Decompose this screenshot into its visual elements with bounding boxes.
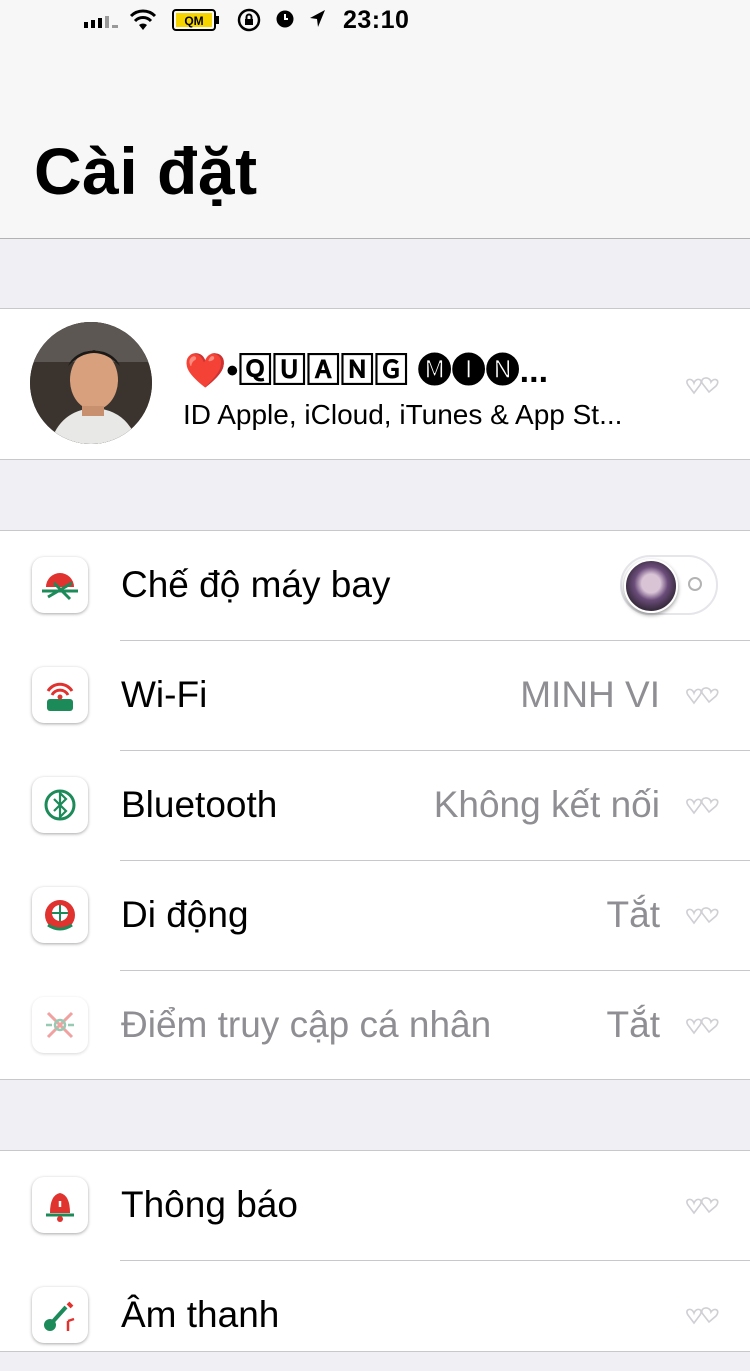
row-notifications[interactable]: Thông báo xyxy=(0,1151,750,1261)
airplane-icon xyxy=(32,557,88,613)
chevron-icon xyxy=(686,907,719,925)
wifi-icon xyxy=(32,667,88,723)
row-personal-hotspot[interactable]: Điểm truy cập cá nhân Tắt xyxy=(0,971,750,1081)
toggle-off-indicator xyxy=(688,577,702,591)
bluetooth-label: Bluetooth xyxy=(121,784,278,825)
wifi-label: Wi-Fi xyxy=(121,674,208,715)
chevron-icon xyxy=(686,1197,719,1215)
chevron-icon xyxy=(686,797,719,815)
row-bluetooth[interactable]: Bluetooth Không kết nối xyxy=(0,751,750,861)
bluetooth-icon xyxy=(32,777,88,833)
row-sounds[interactable]: Âm thanh xyxy=(0,1261,750,1371)
notifications-icon xyxy=(32,1177,88,1233)
hotspot-value: Tắt xyxy=(606,1004,660,1045)
chevron-icon xyxy=(686,687,719,705)
signal-icon xyxy=(84,16,118,28)
navigation-header: Cài đặt xyxy=(0,40,750,239)
sounds-icon xyxy=(32,1287,88,1343)
hotspot-icon xyxy=(32,997,88,1053)
airplane-mode-toggle[interactable] xyxy=(620,555,718,615)
airplane-mode-label: Chế độ máy bay xyxy=(121,564,391,605)
status-time: 23:10 xyxy=(343,6,410,34)
profile-subtitle: ID Apple, iCloud, iTunes & App St... xyxy=(183,399,623,430)
chevron-icon xyxy=(686,1017,719,1035)
hotspot-label: Điểm truy cập cá nhân xyxy=(121,1004,492,1045)
bluetooth-value: Không kết nối xyxy=(433,784,660,825)
wifi-value: MINH VI xyxy=(520,674,660,715)
row-cellular[interactable]: Di động Tắt xyxy=(0,861,750,971)
sounds-label: Âm thanh xyxy=(121,1294,280,1335)
chevron-icon xyxy=(686,377,719,395)
location-icon xyxy=(310,10,325,27)
alarm-icon xyxy=(276,10,294,28)
cellular-icon xyxy=(32,887,88,943)
svg-text:QM: QM xyxy=(184,14,203,28)
rotation-lock-icon xyxy=(237,8,261,32)
connectivity-group: Chế độ máy bay Wi-Fi MINH VI Bluetooth K… xyxy=(0,530,750,1080)
wifi-status-icon xyxy=(129,9,157,30)
profile-name: ❤️•🅀🅄🄰🄽🄶 🅜🅘🅝... xyxy=(184,352,549,390)
cellular-value: Tắt xyxy=(606,894,660,935)
row-wifi[interactable]: Wi-Fi MINH VI xyxy=(0,641,750,751)
chevron-icon xyxy=(686,1307,719,1325)
notifications-label: Thông báo xyxy=(121,1184,298,1225)
notifications-group: Thông báo Âm thanh xyxy=(0,1150,750,1352)
apple-id-row[interactable]: ❤️•🅀🅄🄰🄽🄶 🅜🅘🅝... ID Apple, iCloud, iTunes… xyxy=(0,308,750,460)
battery-icon: QM xyxy=(172,9,219,31)
avatar xyxy=(30,322,152,444)
status-bar: QM 23:10 xyxy=(0,0,750,40)
page-title: Cài đặt xyxy=(34,134,258,208)
toggle-knob xyxy=(624,559,678,613)
cellular-label: Di động xyxy=(121,894,249,935)
row-airplane-mode: Chế độ máy bay xyxy=(0,531,750,641)
